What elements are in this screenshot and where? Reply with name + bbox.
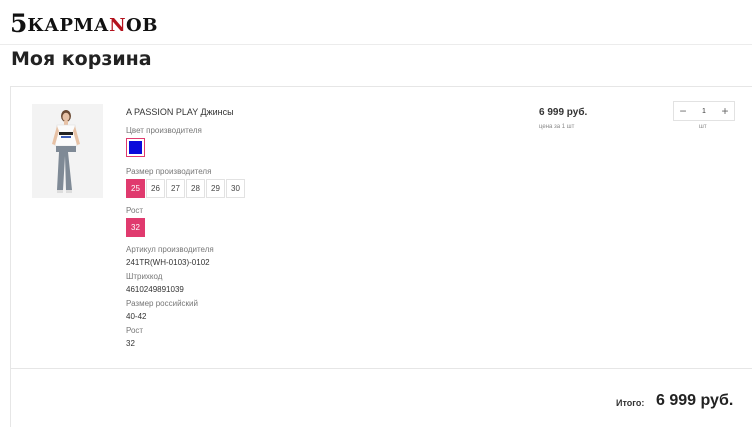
qty-decrease-button[interactable]: − — [674, 102, 692, 120]
height-option-32[interactable]: 32 — [126, 218, 145, 237]
size-option-28[interactable]: 28 — [186, 179, 205, 198]
barcode-value: 4610249891039 — [126, 285, 184, 294]
logo-word: КАРМАNОВ — [27, 15, 158, 36]
height-label: Рост — [126, 206, 144, 215]
color-option-selected[interactable] — [126, 138, 145, 157]
ru-size-value: 40-42 — [126, 312, 147, 321]
price-note: цена за 1 шт — [539, 124, 575, 130]
size-option-27[interactable]: 27 — [166, 179, 185, 198]
size-option-30[interactable]: 30 — [226, 179, 245, 198]
cart-divider — [11, 368, 752, 369]
ru-size-label: Размер российский — [126, 299, 198, 308]
site-logo[interactable]: 5 КАРМАNОВ — [10, 8, 158, 36]
quantity-stepper: − 1 + — [673, 101, 735, 121]
logo-five: 5 — [10, 9, 28, 38]
product-name-link[interactable]: A PASSION PLAY Джинсы — [126, 107, 234, 117]
size-option-29[interactable]: 29 — [206, 179, 225, 198]
color-swatch-fill — [129, 141, 142, 154]
qty-increase-button[interactable]: + — [716, 102, 734, 120]
size-option-26[interactable]: 26 — [146, 179, 165, 198]
total-value: 6 999 руб. — [656, 392, 734, 409]
total-label: Итого: — [616, 398, 645, 408]
size-label: Размер производителя — [126, 167, 212, 176]
cart-panel — [10, 86, 752, 427]
product-photo-icon — [32, 104, 103, 198]
height2-label: Рост — [126, 326, 144, 335]
product-image[interactable] — [32, 104, 103, 198]
qty-input[interactable]: 1 — [692, 108, 716, 115]
size-options: 25 26 27 28 29 30 — [126, 179, 245, 198]
header-divider — [0, 44, 752, 45]
barcode-label: Штрихкод — [126, 272, 163, 281]
height2-value: 32 — [126, 339, 135, 348]
article-value: 241TR(WH-0103)-0102 — [126, 258, 210, 267]
size-option-25[interactable]: 25 — [126, 179, 145, 198]
color-label: Цвет производителя — [126, 126, 202, 135]
qty-unit: шт — [699, 124, 707, 130]
item-price: 6 999 руб. — [539, 107, 588, 118]
article-label: Артикул производителя — [126, 245, 214, 254]
page-title: Моя корзина — [11, 48, 152, 70]
